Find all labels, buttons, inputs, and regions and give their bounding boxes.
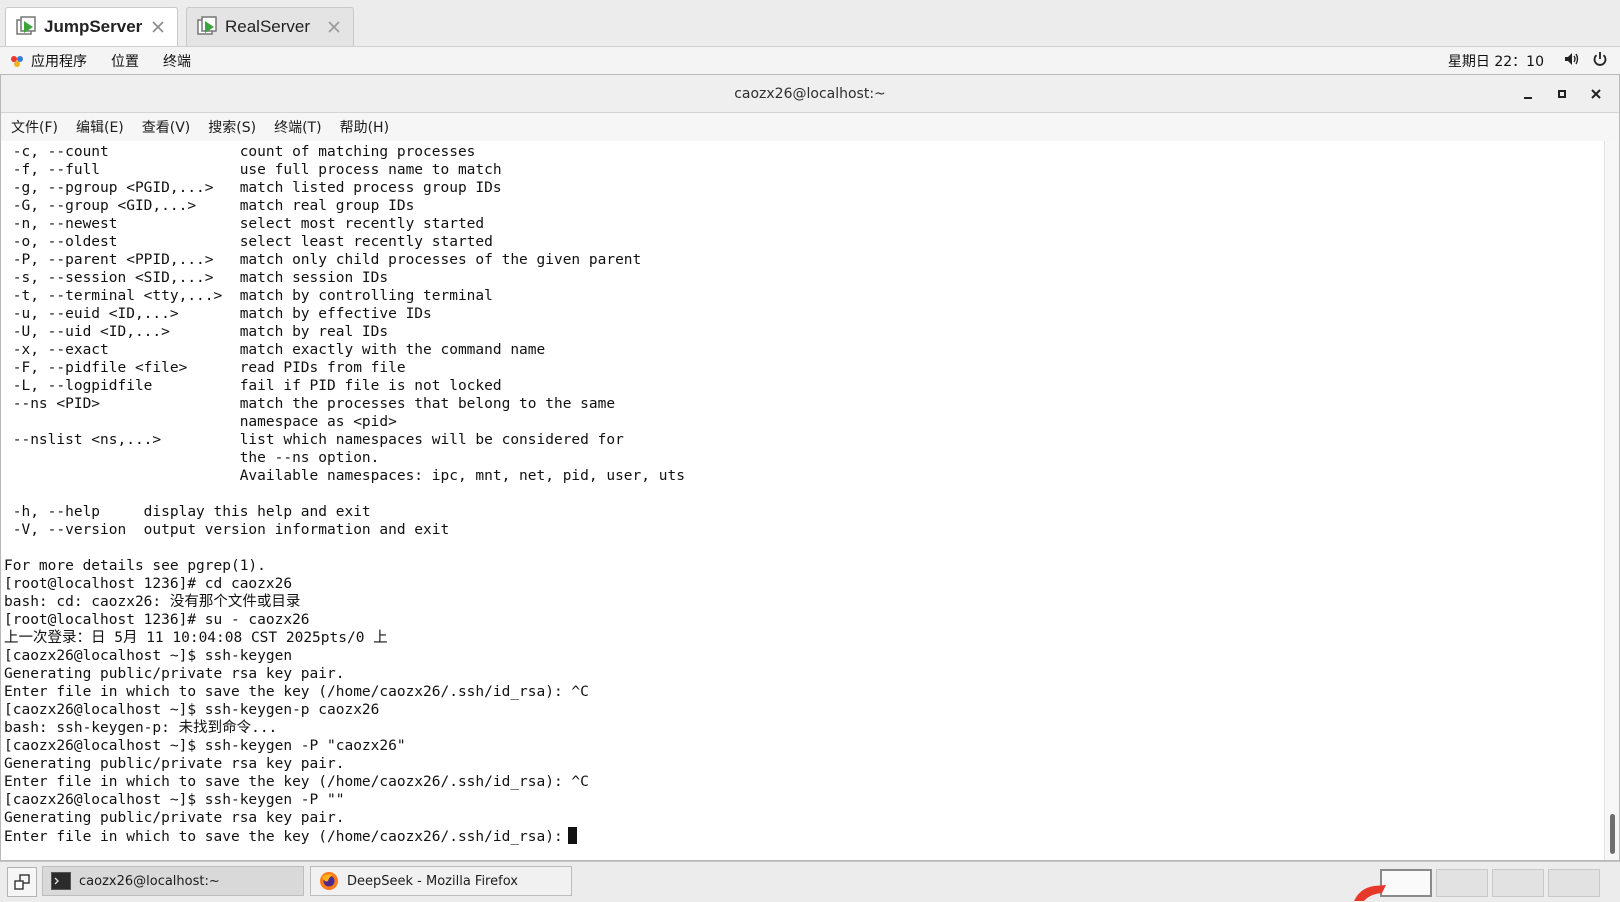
minimize-button[interactable]	[1511, 79, 1545, 109]
menu-file[interactable]: 文件(F)	[1, 117, 66, 137]
terminal-line: Available namespaces: ipc, mnt, net, pid…	[4, 468, 685, 484]
remote-session-icon	[197, 16, 219, 38]
taskbar-item-firefox[interactable]: DeepSeek - Mozilla Firefox	[310, 866, 572, 896]
terminal-line: -G, --group <GID,...> match real group I…	[4, 198, 415, 214]
overlay-logo-icon	[1354, 885, 1386, 901]
terminal-line: --nslist <ns,...> list which namespaces …	[4, 432, 624, 448]
show-desktop-icon	[14, 874, 30, 890]
terminal-line: -U, --uid <ID,...> match by real IDs	[4, 324, 389, 340]
terminal-line: [caozx26@localhost ~]$ ssh-keygen-p caoz…	[4, 702, 380, 718]
terminal-line: -c, --count count of matching processes	[4, 144, 476, 160]
terminal-line: Enter file in which to save the key (/ho…	[4, 684, 589, 700]
menu-places[interactable]: 位置	[111, 51, 139, 71]
menu-terminal[interactable]: 终端	[163, 51, 191, 71]
clock[interactable]: 星期日 22：10	[1448, 51, 1544, 71]
terminal-line: For more details see pgrep(1).	[4, 558, 266, 574]
terminal-output[interactable]: -c, --count count of matching processes …	[1, 141, 1606, 860]
terminal-line: -o, --oldest select least recently start…	[4, 234, 493, 250]
show-desktop-button[interactable]	[7, 867, 37, 897]
applications-icon	[11, 55, 23, 67]
menu-edit[interactable]: 编辑(E)	[66, 117, 132, 137]
workspace-3[interactable]	[1492, 869, 1544, 897]
power-icon[interactable]	[1592, 51, 1608, 71]
terminal-menubar: 文件(F) 编辑(E) 查看(V) 搜索(S) 终端(T) 帮助(H)	[1, 113, 1619, 142]
firefox-icon	[319, 871, 339, 891]
close-icon[interactable]	[147, 16, 169, 38]
terminal-line: Enter file in which to save the key (/ho…	[4, 827, 1606, 845]
menu-view[interactable]: 查看(V)	[132, 117, 199, 137]
tab-realserver[interactable]: RealServer	[186, 7, 354, 46]
terminal-text: -c, --count count of matching processes …	[1, 141, 1606, 845]
maximize-icon	[1558, 89, 1566, 98]
terminal-line: -L, --logpidfile fail if PID file is not…	[4, 378, 502, 394]
terminal-line: -h, --help display this help and exit	[4, 504, 371, 520]
client-tab-strip: JumpServer RealServer	[0, 0, 1620, 47]
terminal-line: bash: cd: caozx26: 没有那个文件或目录	[4, 594, 301, 610]
menu-search[interactable]: 搜索(S)	[198, 117, 264, 137]
terminal-line: [root@localhost 1236]# cd caozx26	[4, 576, 293, 592]
workspace-4[interactable]	[1548, 869, 1600, 897]
terminal-line: 上一次登录：日 5月 11 10:04:08 CST 2025pts/0 上	[4, 630, 388, 646]
taskbar-item-label: caozx26@localhost:~	[79, 873, 220, 889]
terminal-window: caozx26@localhost:~ 文件(F) 编辑(E) 查看(V) 搜索…	[0, 74, 1620, 861]
terminal-line: Generating public/private rsa key pair.	[4, 756, 345, 772]
terminal-icon	[51, 871, 71, 891]
terminal-line: namespace as <pid>	[4, 414, 397, 430]
terminal-line: -f, --full use full process name to matc…	[4, 162, 502, 178]
window-titlebar[interactable]: caozx26@localhost:~	[1, 75, 1619, 113]
menu-terminal[interactable]: 终端(T)	[264, 117, 329, 137]
terminal-line: -s, --session <SID,...> match session ID…	[4, 270, 389, 286]
terminal-line: -n, --newest select most recently starte…	[4, 216, 485, 232]
terminal-scrollbar[interactable]	[1604, 141, 1619, 860]
terminal-line: -F, --pidfile <file> read PIDs from file	[4, 360, 406, 376]
menu-help[interactable]: 帮助(H)	[330, 117, 397, 137]
close-icon	[1591, 88, 1601, 99]
terminal-line: -u, --euid <ID,...> match by effective I…	[4, 306, 432, 322]
scrollbar-thumb[interactable]	[1610, 814, 1615, 854]
terminal-line: Enter file in which to save the key (/ho…	[4, 774, 589, 790]
tab-label: JumpServer	[44, 17, 143, 36]
terminal-line: the --ns option.	[4, 450, 380, 466]
maximize-button[interactable]	[1545, 79, 1579, 109]
terminal-line: [caozx26@localhost ~]$ ssh-keygen -P ""	[4, 792, 345, 808]
taskbar-item-label: DeepSeek - Mozilla Firefox	[347, 873, 518, 889]
close-button[interactable]	[1579, 79, 1613, 109]
terminal-line: -x, --exact match exactly with the comma…	[4, 342, 546, 358]
terminal-line: Generating public/private rsa key pair.	[4, 666, 345, 682]
tab-jumpserver[interactable]: JumpServer	[5, 7, 178, 46]
taskbar-item-terminal[interactable]: caozx26@localhost:~	[42, 866, 304, 896]
menu-applications[interactable]: 应用程序	[31, 51, 87, 71]
text-cursor	[567, 827, 577, 844]
close-icon[interactable]	[323, 16, 345, 38]
window-title: caozx26@localhost:~	[734, 85, 886, 102]
terminal-line: bash: ssh-keygen-p: 未找到命令...	[4, 720, 278, 736]
terminal-line: --ns <PID> match the processes that belo…	[4, 396, 616, 412]
minimize-icon	[1524, 96, 1532, 99]
workspace-2[interactable]	[1436, 869, 1488, 897]
terminal-line: Generating public/private rsa key pair.	[4, 810, 345, 826]
tab-label: RealServer	[225, 17, 311, 36]
remote-session-icon	[16, 16, 38, 38]
volume-icon[interactable]	[1564, 51, 1580, 71]
terminal-line: -P, --parent <PPID,...> match only child…	[4, 252, 642, 268]
desktop-top-bar: 应用程序 位置 终端 星期日 22：10	[0, 47, 1620, 74]
terminal-line: [caozx26@localhost ~]$ ssh-keygen	[4, 648, 293, 664]
terminal-line: [caozx26@localhost ~]$ ssh-keygen -P "ca…	[4, 738, 406, 754]
terminal-line: [root@localhost 1236]# su - caozx26	[4, 612, 310, 628]
terminal-line: -g, --pgroup <PGID,...> match listed pro…	[4, 180, 502, 196]
terminal-line: -V, --version output version information…	[4, 522, 450, 538]
terminal-line: -t, --terminal <tty,...> match by contro…	[4, 288, 493, 304]
